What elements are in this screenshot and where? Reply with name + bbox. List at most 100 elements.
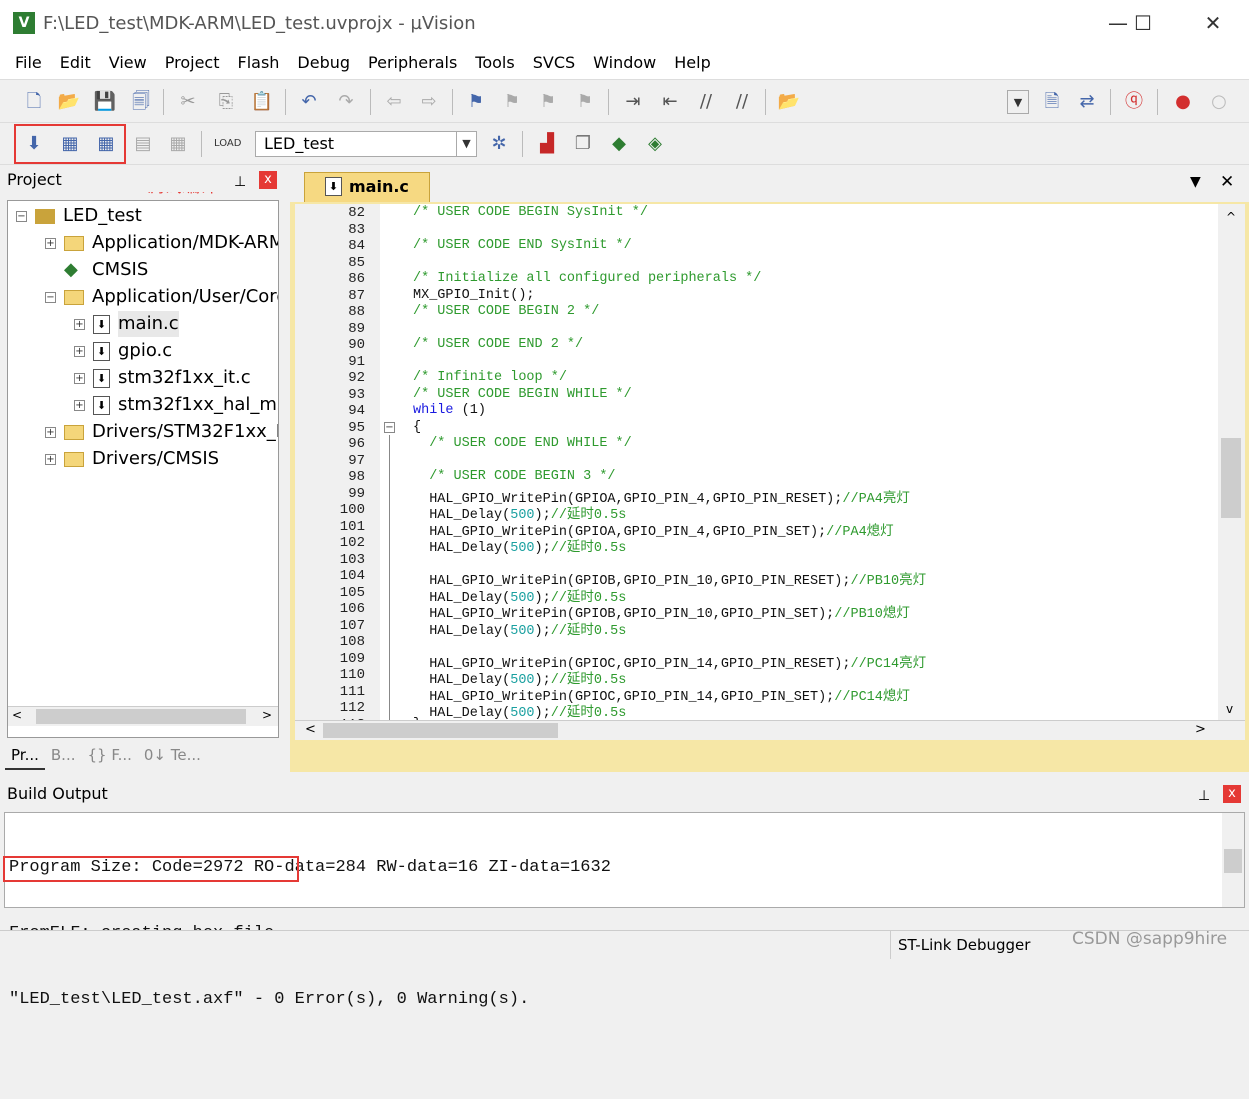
close-panel-icon[interactable]: x — [1223, 785, 1241, 803]
pin-icon[interactable]: ⊥ — [1198, 784, 1210, 808]
tree-item[interactable]: + ⬇ gpio.c — [74, 338, 172, 364]
tree-item[interactable]: + ⬇ stm32f1xx_hal_msp.c — [74, 392, 278, 418]
batch-build-icon[interactable]: ▤ — [131, 132, 155, 156]
collapse-icon[interactable]: − — [16, 210, 27, 222]
expand-icon[interactable]: + — [45, 453, 56, 465]
close-tab-icon[interactable]: ✕ — [1220, 172, 1234, 192]
uncomment-icon[interactable]: // — [730, 90, 754, 114]
new-file-icon[interactable]: 🗋 — [22, 90, 46, 114]
stop-build-icon[interactable]: ▦ — [166, 132, 190, 156]
fold-icon[interactable]: − — [384, 421, 395, 433]
manage-rte-icon[interactable]: ◈ — [643, 132, 667, 156]
line-number: 87 — [348, 287, 365, 304]
file-icon: ⬇ — [93, 395, 110, 415]
tree-item[interactable]: + Application/MDK-ARM — [45, 230, 278, 256]
menu-edit[interactable]: Edit — [51, 53, 100, 72]
panel-tab[interactable]: 0↓ Te... — [138, 740, 207, 770]
menu-file[interactable]: File — [6, 53, 51, 72]
find-dropdown-icon[interactable]: ▼ — [1007, 90, 1029, 114]
line-number: 85 — [348, 254, 365, 271]
code-line: /* USER CODE END WHILE */ — [413, 436, 632, 451]
redo-icon[interactable]: ↷ — [334, 90, 358, 114]
tab-main-c[interactable]: ⬇ main.c — [304, 172, 430, 202]
manage-components-icon[interactable]: ▟ — [535, 132, 559, 156]
paste-icon[interactable]: 📋 — [250, 90, 274, 114]
tree-item[interactable]: − Application/User/Core — [45, 284, 278, 310]
debug-session-icon[interactable]: ⓠ — [1122, 90, 1146, 114]
undo-icon[interactable]: ↶ — [297, 90, 321, 114]
find-in-files-icon[interactable]: 📂 — [777, 90, 801, 114]
copy-icon[interactable]: ⎘ — [214, 90, 238, 114]
expand-icon[interactable]: + — [74, 372, 85, 384]
expand-icon[interactable]: + — [74, 318, 85, 330]
expand-icon[interactable]: + — [45, 426, 56, 438]
nav-back-icon[interactable]: ⇦ — [382, 90, 406, 114]
target-select[interactable]: LED_test ▼ — [255, 131, 477, 157]
menu-flash[interactable]: Flash — [228, 53, 288, 72]
menu-tools[interactable]: Tools — [466, 53, 523, 72]
chevron-down-icon[interactable]: ▼ — [456, 132, 476, 156]
menu-project[interactable]: Project — [156, 53, 229, 72]
next-bookmark-icon[interactable]: ⚑ — [536, 90, 560, 114]
pin-icon[interactable]: ⊥ — [234, 170, 246, 194]
replace-icon[interactable]: ⇄ — [1075, 90, 1099, 114]
clear-bookmarks-icon[interactable]: ⚑ — [573, 90, 597, 114]
build-output-header: Build Output ⊥ x — [0, 782, 1249, 806]
line-number: 105 — [339, 584, 365, 601]
code-editor[interactable]: 82 83 84 85 86 87 88 89 90 91 92 93 94 95 96 97 98 99 100 1… — [295, 204, 1245, 740]
save-all-icon[interactable]: 🗐 — [129, 90, 153, 114]
file-icon: ⬇ — [93, 341, 110, 361]
tree-item-label: Drivers/CMSIS — [92, 448, 220, 469]
close-button[interactable]: ✕ — [1190, 8, 1236, 38]
menu-svcs[interactable]: SVCS — [524, 53, 584, 72]
prev-bookmark-icon[interactable]: ⚑ — [500, 90, 524, 114]
panel-tab[interactable]: Pr... — [5, 740, 45, 770]
nav-forward-icon[interactable]: ⇨ — [417, 90, 441, 114]
folder-icon — [64, 424, 84, 440]
breakpoint-icon[interactable]: ● — [1171, 90, 1195, 114]
line-number: 83 — [348, 221, 365, 238]
load-icon[interactable]: LOAD — [214, 132, 241, 156]
expand-icon[interactable]: + — [74, 345, 85, 357]
unindent-icon[interactable]: ⇤ — [658, 90, 682, 114]
find-icon[interactable]: 🗎 — [1040, 90, 1064, 114]
build-toolbar: ⬇ ▦ ▦ ▤ ▦ LOAD LED_test ▼ ✲ ▟ ❐ ◆ ◈ — [0, 123, 1249, 165]
menu-window[interactable]: Window — [584, 53, 665, 72]
menu-peripherals[interactable]: Peripherals — [359, 53, 466, 72]
tab-list-icon[interactable]: ▼ — [1190, 174, 1201, 190]
open-icon[interactable]: 📂 — [57, 90, 81, 114]
indent-icon[interactable]: ⇥ — [621, 90, 645, 114]
code-line: /* USER CODE BEGIN WHILE */ — [413, 386, 632, 402]
menu-debug[interactable]: Debug — [288, 53, 359, 72]
tree-item[interactable]: + Drivers/CMSIS — [45, 446, 219, 472]
target-options-icon[interactable]: ✲ — [487, 132, 511, 156]
line-number: 98 — [348, 469, 365, 485]
panel-tab[interactable]: B... — [45, 740, 82, 770]
comment-icon[interactable]: // — [694, 90, 718, 114]
expand-icon[interactable]: + — [45, 237, 56, 249]
select-packs-icon[interactable]: ◆ — [607, 132, 631, 156]
expand-icon[interactable]: + — [74, 399, 85, 411]
bookmark-icon[interactable]: ⚑ — [464, 90, 488, 114]
menu-view[interactable]: View — [100, 53, 156, 72]
save-icon[interactable]: 💾 — [93, 90, 117, 114]
collapse-icon[interactable]: − — [45, 291, 56, 303]
close-panel-icon[interactable]: x — [259, 171, 277, 189]
editor-horizontal-scrollbar[interactable]: < > — [295, 720, 1245, 740]
tree-horizontal-scrollbar[interactable]: < > — [8, 706, 278, 726]
manage-environment-icon[interactable]: ❐ — [571, 132, 595, 156]
panel-tab[interactable]: {} F... — [82, 740, 138, 770]
line-number: 97 — [348, 452, 365, 469]
editor-vertical-scrollbar[interactable]: ^ v — [1218, 204, 1245, 720]
tree-item[interactable]: ◆ CMSIS — [45, 257, 148, 283]
tree-item[interactable]: + ⬇ stm32f1xx_it.c — [74, 365, 251, 391]
tree-item[interactable]: + Drivers/STM32F1xx_HAL_Driver — [45, 419, 278, 445]
disable-breakpoint-icon[interactable]: ○ — [1207, 90, 1231, 114]
cut-icon[interactable]: ✂ — [176, 90, 200, 114]
build-output-text[interactable]: Program Size: Code=2972 RO-data=284 RW-d… — [3, 812, 1245, 1009]
tree-item[interactable]: + ⬇ main.c — [74, 311, 179, 337]
menu-help[interactable]: Help — [665, 53, 719, 72]
tree-item[interactable]: − LED_test — [16, 203, 142, 229]
output-vertical-scrollbar[interactable] — [1222, 813, 1244, 907]
maximize-button[interactable]: ☐ — [1120, 8, 1166, 38]
